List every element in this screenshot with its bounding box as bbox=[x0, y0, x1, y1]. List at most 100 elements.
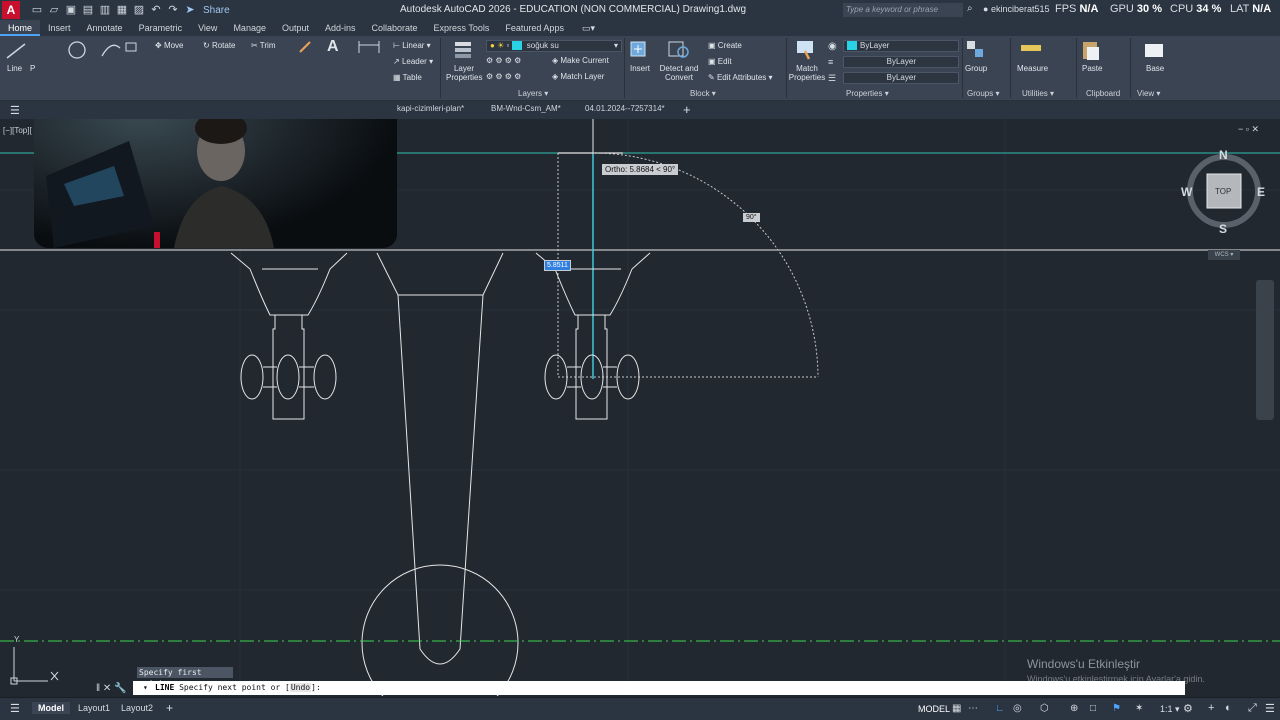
compass-south[interactable]: S bbox=[1219, 222, 1227, 236]
navigation-bar[interactable] bbox=[1256, 280, 1274, 420]
edit-block-button[interactable]: ▣ Edit bbox=[708, 57, 732, 66]
command-option-undo[interactable]: Undo bbox=[289, 683, 312, 692]
annotation-scale[interactable]: 1:1 ▾ bbox=[1160, 704, 1180, 715]
isolate-objects-icon[interactable]: ◐ bbox=[1225, 702, 1232, 714]
insert-label[interactable]: Insert bbox=[630, 64, 650, 73]
save-as-icon[interactable]: ▤ bbox=[81, 4, 95, 17]
dynamic-input-field[interactable]: 5.8511 bbox=[544, 260, 571, 271]
rotate-button[interactable]: ↻ Rotate bbox=[203, 41, 236, 50]
grip-icon[interactable]: ‖ bbox=[96, 683, 100, 694]
match-properties-icon[interactable] bbox=[795, 39, 817, 61]
layer-dropdown[interactable]: ● ☀ ▫ soğuk su ▾ bbox=[486, 40, 622, 52]
doc-tab-bm-wnd[interactable]: BM-Wnd-Csm_AM* bbox=[491, 104, 561, 113]
object-snap-tracking-icon[interactable]: ⊕ bbox=[1070, 703, 1078, 714]
rectangle-icon[interactable] bbox=[125, 40, 139, 54]
linetype-dropdown[interactable]: ByLayer bbox=[843, 56, 959, 68]
new-tab-icon[interactable]: + bbox=[683, 102, 691, 117]
group-label[interactable]: Group bbox=[965, 64, 987, 73]
layout-tab-layout1[interactable]: Layout1 bbox=[72, 702, 116, 714]
auto-scale-icon[interactable]: ✶ bbox=[1135, 703, 1143, 714]
open-web-icon[interactable]: ▥ bbox=[98, 4, 112, 17]
dimension-icon[interactable] bbox=[357, 39, 381, 55]
doc-tab-04012024[interactable]: 04.01.2024--7257314* bbox=[585, 104, 665, 113]
menu-icon[interactable]: ☰ bbox=[10, 104, 20, 117]
autocad-logo[interactable]: A bbox=[2, 1, 20, 19]
arc-icon[interactable] bbox=[100, 40, 122, 60]
measure-icon[interactable] bbox=[1020, 42, 1042, 56]
compass-west[interactable]: W bbox=[1181, 185, 1192, 199]
object-snap-icon[interactable]: □ bbox=[1090, 703, 1096, 714]
base-view-icon[interactable] bbox=[1143, 39, 1165, 61]
undo-icon[interactable]: ↶ bbox=[149, 4, 163, 17]
viewport-window-controls[interactable]: − ▫ ✕ bbox=[1238, 124, 1259, 135]
line-button-label[interactable]: Line bbox=[7, 64, 22, 73]
fullscreen-icon[interactable]: ⤢ bbox=[1248, 702, 1257, 715]
layout-tab-model[interactable]: Model bbox=[32, 702, 70, 714]
grid-icon[interactable]: ▦ bbox=[952, 703, 961, 714]
paste-icon[interactable] bbox=[1080, 39, 1102, 61]
layer-properties-label[interactable]: Layer Properties bbox=[446, 64, 482, 82]
paste-label[interactable]: Paste bbox=[1082, 64, 1102, 73]
line-icon[interactable] bbox=[5, 40, 27, 60]
circle-icon[interactable] bbox=[66, 40, 88, 60]
customize-menu-icon[interactable]: ☰ bbox=[1265, 702, 1275, 715]
move-button[interactable]: ✥ Move bbox=[155, 41, 184, 50]
close-icon[interactable]: ✕ bbox=[103, 683, 111, 694]
group-icon[interactable] bbox=[965, 39, 987, 61]
tab-home[interactable]: Home bbox=[0, 20, 41, 36]
annotation-visibility-icon[interactable]: ⚑ bbox=[1112, 703, 1121, 714]
trim-button[interactable]: ✂ Trim bbox=[251, 41, 275, 50]
redo-icon[interactable]: ↷ bbox=[166, 4, 180, 17]
plus-icon[interactable]: + bbox=[1208, 702, 1214, 714]
search-input[interactable]: Type a keyword or phrase bbox=[843, 3, 963, 17]
base-label[interactable]: Base bbox=[1146, 64, 1164, 73]
make-current-button[interactable]: ◈ Make Current bbox=[552, 56, 609, 65]
leader-button[interactable]: ↗ Leader ▾ bbox=[393, 57, 433, 66]
tab-output[interactable]: Output bbox=[274, 20, 317, 36]
tab-annotate[interactable]: Annotate bbox=[79, 20, 131, 36]
viewport-controls[interactable]: [−][Top][ bbox=[3, 126, 32, 135]
user-account[interactable]: ● ekinciberat515 bbox=[983, 4, 1050, 14]
clipboard-panel-title[interactable]: Clipboard bbox=[1086, 89, 1120, 98]
linear-button[interactable]: ⊢ Linear ▾ bbox=[393, 41, 431, 50]
measure-label[interactable]: Measure bbox=[1017, 64, 1048, 73]
compass-east[interactable]: E bbox=[1257, 185, 1265, 199]
doc-tab-kapi[interactable]: kapi-cizimleri-plan* bbox=[397, 104, 464, 113]
lineweight-dropdown[interactable]: ByLayer bbox=[843, 72, 959, 84]
command-recent-icon[interactable]: ▾ bbox=[143, 681, 148, 695]
layer-tools-row2[interactable]: ⚙ ⚙ ⚙ ⚙ bbox=[486, 72, 521, 81]
tab-manage[interactable]: Manage bbox=[225, 20, 274, 36]
polar-icon[interactable]: ◎ bbox=[1013, 703, 1022, 714]
properties-panel-title[interactable]: Properties ▾ bbox=[846, 89, 889, 98]
compass-north[interactable]: N bbox=[1219, 148, 1228, 162]
layout-tab-layout2[interactable]: Layout2 bbox=[115, 702, 159, 714]
wcs-menu[interactable]: WCS ▾ bbox=[1208, 250, 1240, 260]
snap-icon[interactable]: ⋯ bbox=[968, 703, 978, 714]
layouts-menu-icon[interactable]: ☰ bbox=[10, 702, 20, 715]
layers-panel-title[interactable]: Layers ▾ bbox=[518, 89, 548, 98]
isodraft-icon[interactable]: ⬡ bbox=[1040, 703, 1049, 714]
save-web-icon[interactable]: ▦ bbox=[115, 4, 129, 17]
groups-panel-title[interactable]: Groups ▾ bbox=[967, 89, 999, 98]
add-layout-icon[interactable]: + bbox=[166, 701, 173, 715]
drawing-canvas[interactable]: [−][Top][ Ortho: 5.8684 < 90° 90° 5.8511… bbox=[0, 119, 1280, 696]
ortho-icon[interactable]: ∟ bbox=[995, 703, 1005, 714]
layer-tools-row1[interactable]: ⚙ ⚙ ⚙ ⚙ bbox=[486, 56, 521, 65]
tab-parametric[interactable]: Parametric bbox=[131, 20, 191, 36]
ribbon-toggle-icon[interactable]: ▭▾ bbox=[582, 23, 595, 34]
view-panel-title[interactable]: View ▾ bbox=[1137, 89, 1160, 98]
plot-icon[interactable]: ▨ bbox=[132, 4, 146, 17]
tab-collaborate[interactable]: Collaborate bbox=[364, 20, 426, 36]
match-layer-button[interactable]: ◈ Match Layer bbox=[552, 72, 604, 81]
detect-convert-label[interactable]: Detect and Convert bbox=[659, 64, 699, 82]
layer-properties-icon[interactable] bbox=[452, 39, 476, 61]
save-icon[interactable]: ▣ bbox=[64, 4, 78, 17]
polyline-button-label[interactable]: P bbox=[30, 64, 35, 73]
share-icon[interactable]: ➤ bbox=[183, 4, 197, 17]
create-block-button[interactable]: ▣ Create bbox=[708, 41, 742, 50]
tab-express-tools[interactable]: Express Tools bbox=[426, 20, 498, 36]
detect-convert-icon[interactable] bbox=[667, 39, 691, 61]
tab-featured-apps[interactable]: Featured Apps bbox=[497, 20, 572, 36]
customize-wrench-icon[interactable]: 🔧 bbox=[114, 683, 126, 694]
block-panel-title[interactable]: Block ▾ bbox=[690, 89, 716, 98]
